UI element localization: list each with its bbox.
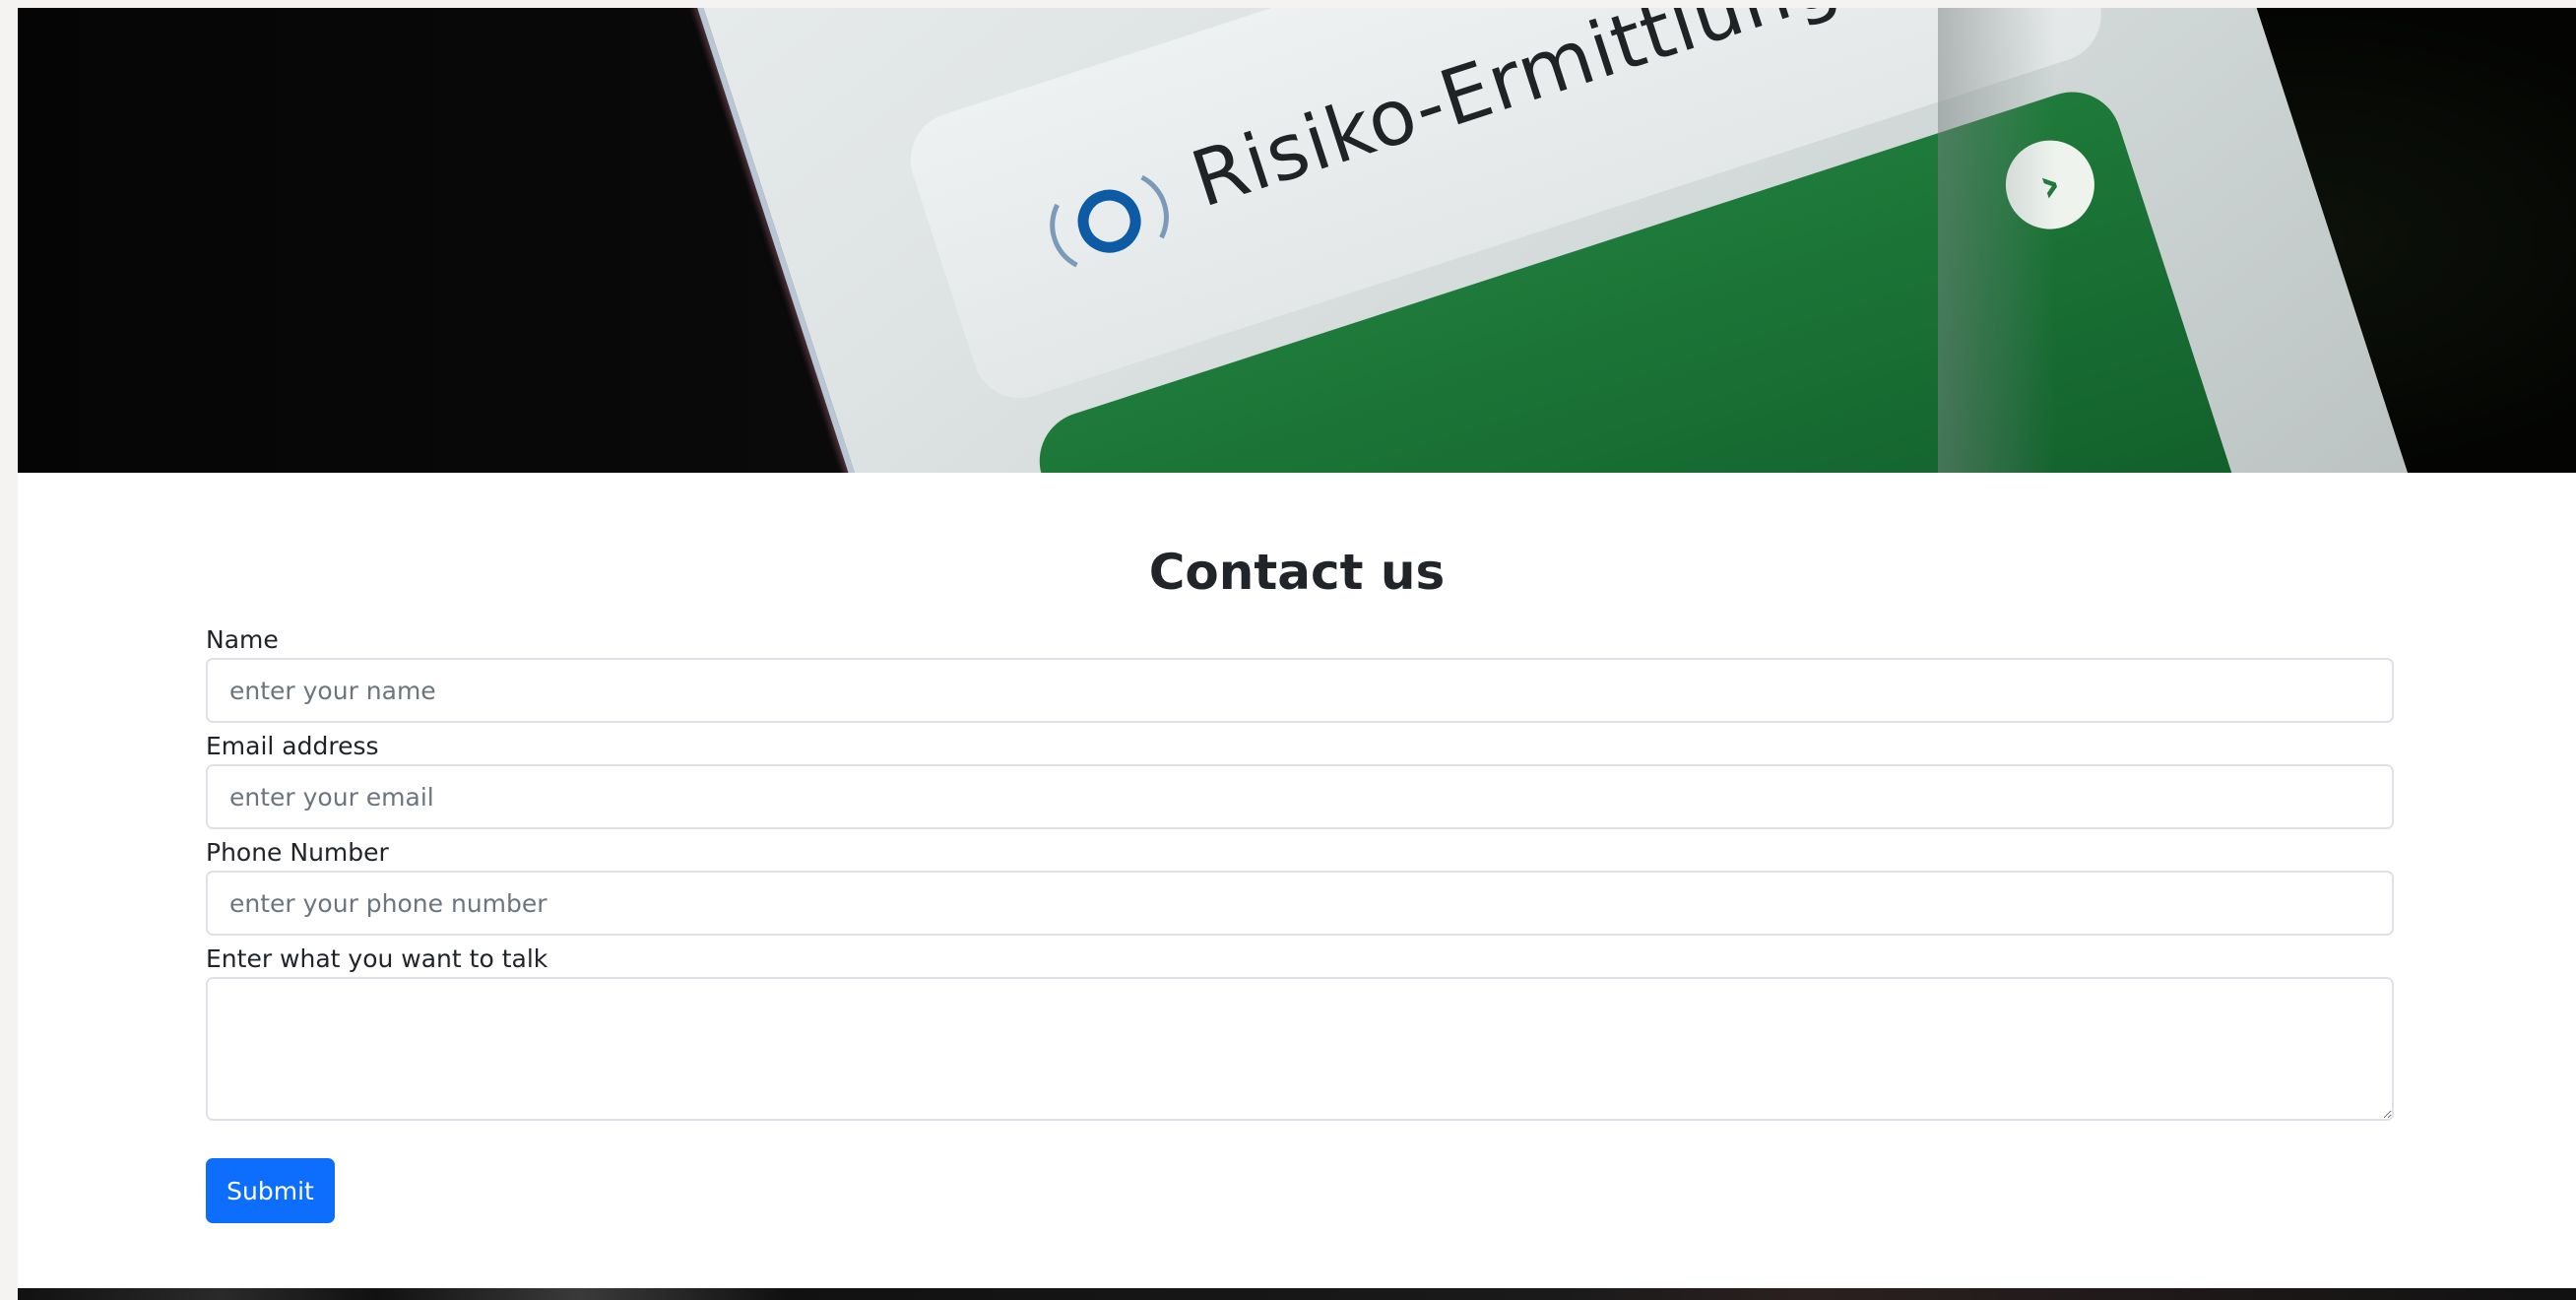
hero-edge-blur [1938, 8, 2056, 473]
name-label: Name [206, 625, 279, 654]
message-textarea[interactable] [206, 977, 2394, 1121]
phone-input[interactable] [206, 871, 2394, 936]
message-label: Enter what you want to talk [206, 944, 548, 973]
phone-risk-text: iko [1387, 439, 1572, 473]
email-label: Email address [206, 732, 379, 760]
name-input[interactable] [206, 658, 2394, 723]
contact-form: Name Email address Phone Number Enter wh… [206, 622, 2394, 1121]
contact-title: Contact us [1148, 544, 1446, 601]
top-strip [18, 0, 2576, 8]
broadcast-ring-icon [1037, 153, 1182, 290]
footer-strip [18, 1288, 2576, 1300]
page: • • › Risiko-Ermittlung aktiv › iko Cont… [18, 0, 2576, 1300]
email-input[interactable] [206, 764, 2394, 829]
phone-label: Phone Number [206, 838, 389, 867]
hero-phone-image: • • › Risiko-Ermittlung aktiv › iko [569, 8, 2431, 473]
hero-banner: • • › Risiko-Ermittlung aktiv › iko [18, 8, 2576, 473]
submit-button[interactable]: Submit [206, 1158, 335, 1223]
